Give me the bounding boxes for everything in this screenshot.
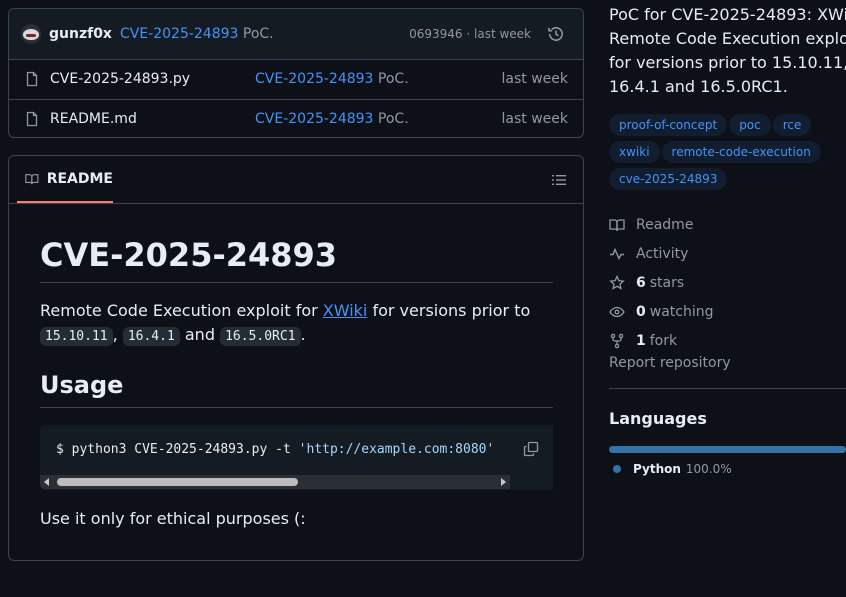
commit-date: last week xyxy=(474,27,531,41)
watching-link[interactable]: 0 watching xyxy=(609,297,844,326)
language-item[interactable]: Python 100.0% xyxy=(613,462,732,476)
readme-link-label: Readme xyxy=(636,216,694,233)
about-description-line: PoC for CVE-2025-24893: XWiki' xyxy=(609,5,846,24)
language-percent: 100.0% xyxy=(685,462,732,476)
stars-link[interactable]: 6 stars xyxy=(609,268,844,297)
readme-title: CVE-2025-24893 xyxy=(40,236,553,283)
stars-label: stars xyxy=(649,274,685,291)
scroll-left-arrow-icon[interactable] xyxy=(44,478,49,486)
sidebar-divider xyxy=(609,388,846,389)
file-row[interactable]: README.md CVE-2025-24893 PoC. last week xyxy=(9,100,583,137)
activity-link-label: Activity xyxy=(636,245,689,262)
watching-count: 0 xyxy=(636,303,646,320)
commit-hash[interactable]: 0693946 xyxy=(409,27,462,41)
readme-header: README xyxy=(9,156,583,204)
watching-label: watching xyxy=(649,303,714,320)
eye-icon xyxy=(609,306,625,317)
language-name: Python xyxy=(633,462,681,476)
version-code: 15.10.11 xyxy=(40,327,113,346)
file-date: last week xyxy=(501,71,569,87)
file-commit-message: CVE-2025-24893 PoC. xyxy=(255,111,409,127)
file-commit-message: CVE-2025-24893 PoC. xyxy=(255,71,409,87)
commit-message: CVE-2025-24893 PoC. xyxy=(120,26,274,42)
star-icon xyxy=(609,274,625,290)
scrollbar-thumb[interactable] xyxy=(57,478,298,486)
copy-button[interactable] xyxy=(519,437,543,461)
file-name[interactable]: README.md xyxy=(50,111,137,127)
readme-closing: Use it only for ethical purposes (: xyxy=(40,509,306,528)
para-period: . xyxy=(300,325,306,344)
file-icon xyxy=(26,111,38,127)
fork-icon xyxy=(610,333,624,348)
code-command: $ python3 CVE-2025-24893.py -t xyxy=(56,442,299,457)
latest-commit-bar: gunzf0x CVE-2025-24893 PoC. 0693946 · la… xyxy=(9,9,583,60)
fork-label: fork xyxy=(649,332,678,349)
horizontal-scrollbar[interactable] xyxy=(40,475,510,489)
about-description: PoC for CVE-2025-24893: XWiki' Remote Cod… xyxy=(609,3,846,99)
commit-message-rest: PoC. xyxy=(238,26,274,42)
stars-count: 6 xyxy=(636,274,646,291)
report-repository-link[interactable]: Report repository xyxy=(609,355,731,371)
readme-paragraph: Remote Code Execution exploit for XWiki … xyxy=(40,299,553,349)
fork-count: 1 xyxy=(636,332,646,349)
topic-tag[interactable]: proof-of-concept xyxy=(609,114,728,136)
book-icon xyxy=(25,173,39,184)
version-code: 16.5.0RC1 xyxy=(220,327,301,346)
languages-heading: Languages xyxy=(609,409,707,428)
scroll-right-arrow-icon[interactable] xyxy=(501,478,506,486)
about-description-line: Remote Code Execution exploit xyxy=(609,29,846,48)
history-icon[interactable] xyxy=(547,25,565,43)
tab-readme[interactable]: README xyxy=(17,156,113,203)
about-description-line: 16.4.1 and 16.5.0RC1. xyxy=(609,77,788,96)
avatar[interactable] xyxy=(21,24,41,44)
topic-tag[interactable]: cve-2025-24893 xyxy=(609,168,728,190)
repo-meta-list: Readme Activity 6 stars 0 watching 1 fork xyxy=(609,210,844,355)
topic-tag[interactable]: rce xyxy=(772,114,812,136)
file-icon xyxy=(26,71,38,87)
file-commit-link[interactable]: CVE-2025-24893 xyxy=(255,111,373,127)
pulse-icon xyxy=(610,247,624,260)
readme-link[interactable]: Readme xyxy=(609,210,844,239)
commit-author[interactable]: gunzf0x xyxy=(49,26,112,42)
para-and: and xyxy=(184,325,215,344)
file-commit-rest: PoC. xyxy=(373,71,409,87)
para-text: for versions prior to xyxy=(367,301,531,320)
para-comma: , xyxy=(112,325,118,344)
topic-tag[interactable]: poc xyxy=(729,114,771,136)
commit-message-link[interactable]: CVE-2025-24893 xyxy=(120,26,238,42)
list-icon[interactable] xyxy=(551,172,567,188)
language-dot xyxy=(613,465,621,473)
language-bar xyxy=(609,446,846,453)
about-description-line: for versions prior to 15.10.11, xyxy=(609,53,846,72)
commit-meta: 0693946 · last week xyxy=(409,27,531,41)
file-row[interactable]: CVE-2025-24893.py CVE-2025-24893 PoC. la… xyxy=(9,60,583,100)
file-commit-rest: PoC. xyxy=(373,111,409,127)
file-date: last week xyxy=(501,111,569,127)
activity-link[interactable]: Activity xyxy=(609,239,844,268)
file-name[interactable]: CVE-2025-24893.py xyxy=(50,71,190,87)
version-code: 16.4.1 xyxy=(122,327,180,346)
file-commit-link[interactable]: CVE-2025-24893 xyxy=(255,71,373,87)
file-list: gunzf0x CVE-2025-24893 PoC. 0693946 · la… xyxy=(8,8,584,138)
forks-link[interactable]: 1 fork xyxy=(609,326,844,355)
xwiki-link[interactable]: XWiki xyxy=(323,301,368,320)
copy-icon xyxy=(523,441,539,457)
usage-heading: Usage xyxy=(40,371,553,408)
book-icon xyxy=(609,218,625,231)
tab-readme-label: README xyxy=(46,170,113,187)
para-text: Remote Code Execution exploit for xyxy=(40,301,323,320)
topic-tag[interactable]: xwiki xyxy=(609,141,660,163)
code-string: 'http://example.com:8080' xyxy=(298,442,495,457)
topic-tag[interactable]: remote-code-execution xyxy=(661,141,821,163)
readme-panel: README CVE-2025-24893 Remote Code Execut… xyxy=(8,155,584,561)
commit-separator: · xyxy=(462,27,474,41)
code-block: $ python3 CVE-2025-24893.py -t 'http://e… xyxy=(40,425,553,490)
code-line: $ python3 CVE-2025-24893.py -t 'http://e… xyxy=(56,442,494,457)
topics-list: proof-of-concept poc rce xwiki remote-code-e… xyxy=(609,114,846,195)
language-bar-fill xyxy=(609,446,846,453)
